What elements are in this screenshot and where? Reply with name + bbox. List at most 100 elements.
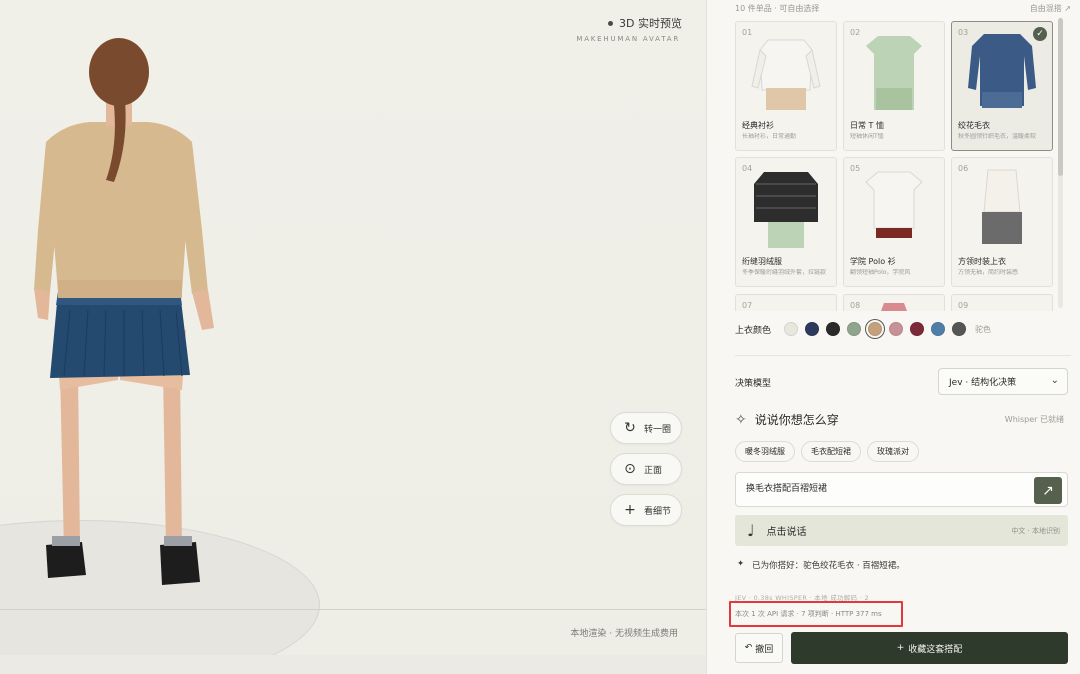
card-name: 经典衬衫 [742, 121, 774, 130]
card-number: 05 [850, 164, 861, 173]
garment-pink-top-image [881, 303, 907, 311]
top-color-label: 上衣颜色 [735, 325, 772, 336]
color-swatch[interactable] [889, 322, 904, 336]
zoom-detail-icon: + [624, 502, 636, 518]
card-number: 01 [742, 28, 753, 37]
color-swatch[interactable] [910, 322, 925, 336]
card-name: 方领时装上衣 [958, 257, 1006, 266]
card-name: 日常 T 恤 [850, 121, 884, 130]
decision-model-select[interactable]: Jev · 结构化决策 ⌄ [938, 368, 1068, 395]
sparkle-small-icon: ✦ [737, 559, 745, 569]
color-swatch[interactable] [847, 322, 862, 336]
voice-input-label: 点击说话 [766, 527, 807, 538]
card-number: 09 [958, 301, 969, 310]
garment-card[interactable]: 09 [951, 294, 1053, 311]
color-swatch[interactable] [868, 322, 883, 336]
outfit-request-field: ↗ [735, 472, 1068, 507]
save-outfit-button[interactable]: + 收藏这套搭配 [791, 632, 1068, 664]
garment-square-top-image [982, 169, 1022, 244]
garment-grid: 01 经典衬衫 长袖衬衫，日常通勤 02 日常 T 恤 短袖休闲T恤 ✓ 03 … [735, 21, 1055, 311]
decision-model-label: 决策模型 [735, 379, 772, 389]
top-color-row: 上衣颜色 驼色 [735, 322, 991, 336]
music-note-icon: ♩ [747, 521, 755, 540]
scrollbar-thumb[interactable] [1058, 18, 1063, 176]
garment-tshirt-image [866, 36, 922, 110]
preview-label-text: 3D 实时预览 [619, 17, 682, 30]
garment-card[interactable]: 05 学院 Polo 衫 翻领短袖Polo，学院风 [843, 157, 945, 287]
avatar-viewport[interactable]: 3D 实时预览 MAKEHUMAN AVATAR ↻ 转一圈 ⊙ 正面 + 看细… [0, 0, 706, 674]
whisper-status: Whisper 已就绪 [1004, 415, 1064, 424]
quick-chip[interactable]: 毛衣配短裙 [801, 441, 861, 462]
send-arrow-icon: ↗ [1042, 482, 1054, 499]
card-name: 学院 Polo 衫 [850, 257, 896, 266]
front-view-button-label: 正面 [644, 465, 663, 476]
color-swatch[interactable] [826, 322, 841, 336]
garment-card[interactable]: 02 日常 T 恤 短袖休闲T恤 [843, 21, 945, 151]
card-desc: 方领无袖，简约时装感 [958, 269, 1019, 276]
card-desc: 短袖休闲T恤 [850, 133, 884, 140]
zoom-detail-button[interactable]: + 看细节 [610, 494, 682, 526]
color-swatch[interactable] [805, 322, 820, 336]
quick-chips: 暖冬羽绒服 毛衣配短裙 玫瑰派对 [735, 441, 919, 462]
card-number: 02 [850, 28, 861, 37]
plus-icon: + [896, 643, 905, 653]
viewport-bottom-bar [0, 655, 706, 674]
rotate-button[interactable]: ↻ 转一圈 [610, 412, 682, 444]
card-number: 06 [958, 164, 969, 173]
voice-input-hint: 中文 · 本地识别 [1011, 526, 1060, 535]
undo-button-label: 撤回 [755, 644, 774, 655]
selected-check-icon: ✓ [1033, 27, 1047, 41]
undo-icon: ↶ [744, 643, 753, 653]
color-swatch[interactable] [784, 322, 799, 336]
floor-line [0, 609, 706, 610]
color-swatch[interactable] [931, 322, 946, 336]
zoom-detail-button-label: 看细节 [644, 506, 672, 517]
avatar-figure[interactable] [20, 30, 240, 600]
front-view-icon: ⊙ [624, 461, 636, 477]
front-view-button[interactable]: ⊙ 正面 [610, 453, 682, 485]
voice-input-button[interactable]: ♩ 点击说话 中文 · 本地识别 [735, 515, 1068, 546]
garment-sweater-image [968, 34, 1036, 108]
card-name: 绗缝羽绒服 [742, 257, 782, 266]
card-number: 08 [850, 301, 861, 310]
preview-label: 3D 实时预览 [608, 15, 682, 31]
garment-card[interactable]: 01 经典衬衫 长袖衬衫，日常通勤 [735, 21, 837, 151]
live-dot-icon [608, 20, 614, 26]
decision-model-value: Jev · 结构化决策 [949, 378, 1017, 388]
result-status-text: 已为你搭好：驼色绞花毛衣 · 百褶短裙。 [752, 561, 905, 571]
garment-scrollbar[interactable] [1058, 18, 1063, 308]
card-desc: 翻领短袖Polo，学院风 [850, 269, 911, 276]
sparkle-icon: ✧ [735, 411, 747, 428]
garment-card[interactable]: 08 [843, 294, 945, 311]
selected-color-name: 驼色 [975, 324, 992, 334]
highlight-annotation-box [729, 601, 903, 627]
garment-card-selected[interactable]: ✓ 03 绞花毛衣 秋冬圆领针织毛衣，温暖柔软 [951, 21, 1053, 151]
garment-card[interactable]: 07 [735, 294, 837, 311]
garment-card[interactable]: 06 方领时装上衣 方领无袖，简约时装感 [951, 157, 1053, 287]
free-mix-link[interactable]: 自由混搭 ↗ [1030, 3, 1071, 14]
color-swatch[interactable] [952, 322, 967, 336]
card-name: 绞花毛衣 [958, 121, 990, 130]
garment-shirt-image [751, 39, 821, 110]
speak-title-text: 说说你想怎么穿 [754, 413, 839, 427]
garment-card[interactable]: 04 绗缝羽绒服 冬季保暖绗缝羽绒外套，拉链款 [735, 157, 837, 287]
outfit-panel: 10 件单品 · 可自由选择 自由混搭 ↗ 01 经典衬衫 长袖衬衫，日常通勤 … [706, 0, 1080, 674]
avatar-subtitle: MAKEHUMAN AVATAR [576, 35, 680, 43]
save-outfit-label: 收藏这套搭配 [908, 644, 963, 655]
send-button[interactable]: ↗ [1034, 477, 1062, 504]
card-number: 04 [742, 164, 753, 173]
result-status: ✦ 已为你搭好：驼色绞花毛衣 · 百褶短裙。 [737, 559, 905, 571]
card-desc: 冬季保暖绗缝羽绒外套，拉链款 [742, 269, 827, 276]
undo-button[interactable]: ↶ 撤回 [735, 633, 783, 663]
quick-chip[interactable]: 暖冬羽绒服 [735, 441, 795, 462]
rotate-button-label: 转一圈 [644, 424, 672, 435]
garment-down-jacket-image [754, 172, 818, 248]
card-desc: 秋冬圆领针织毛衣，温暖柔软 [958, 133, 1037, 140]
quick-chip[interactable]: 玫瑰派对 [867, 441, 919, 462]
card-desc: 长袖衬衫，日常通勤 [742, 133, 797, 140]
rotate-icon: ↻ [624, 420, 636, 436]
speak-section-title: ✧ 说说你想怎么穿 [735, 411, 839, 428]
outfit-request-input[interactable] [746, 482, 1016, 492]
render-note: 本地渲染 · 无视频生成费用 [570, 629, 678, 639]
garment-polo-image [865, 171, 923, 238]
